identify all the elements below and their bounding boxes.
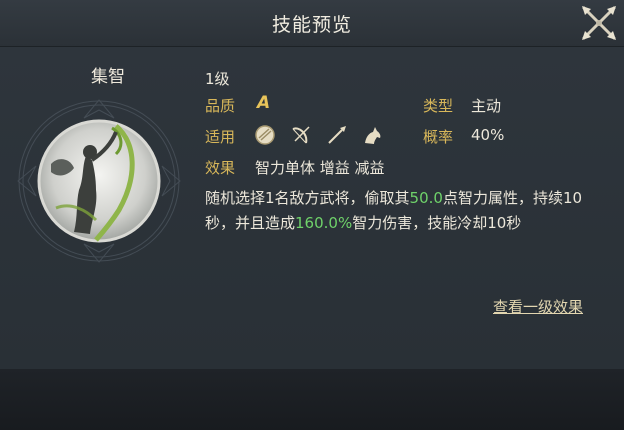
- skill-level: 1级: [205, 70, 230, 88]
- description-text: 智力伤害，技能冷却10秒: [352, 213, 522, 232]
- quality-value: A: [257, 93, 271, 113]
- rate-label: 概率: [423, 128, 454, 146]
- skill-description: 随机选择1名敌方武将，偷取其50.0点智力属性，持续10秒，并且造成160.0%…: [205, 186, 605, 235]
- bow-icon: [290, 124, 312, 146]
- rate-value: 40%: [471, 126, 505, 144]
- horse-icon: [361, 124, 383, 146]
- type-label: 类型: [423, 97, 454, 115]
- bottom-bar: [0, 369, 624, 430]
- skill-portrait: [16, 98, 182, 264]
- shield-icon: [254, 124, 276, 146]
- description-text: 随机选择1名敌方武将，偷取其: [205, 189, 410, 207]
- quality-label: 品质: [205, 97, 236, 115]
- close-button[interactable]: [578, 2, 620, 44]
- dialog-header: 技能预览: [0, 0, 624, 47]
- dialog-title: 技能预览: [271, 14, 352, 36]
- effect-label: 效果: [205, 159, 236, 177]
- steal-value: 50.0: [409, 189, 443, 207]
- damage-value: 160.0%: [295, 213, 353, 232]
- view-level1-effect-link[interactable]: 查看一级效果: [493, 296, 583, 317]
- applies-label: 适用: [205, 128, 236, 146]
- skill-name: 集智: [91, 67, 125, 87]
- spear-icon: [326, 124, 348, 146]
- type-value: 主动: [471, 97, 502, 115]
- close-icon: [582, 6, 616, 40]
- effect-tags: 智力单体 增益 减益: [255, 159, 385, 177]
